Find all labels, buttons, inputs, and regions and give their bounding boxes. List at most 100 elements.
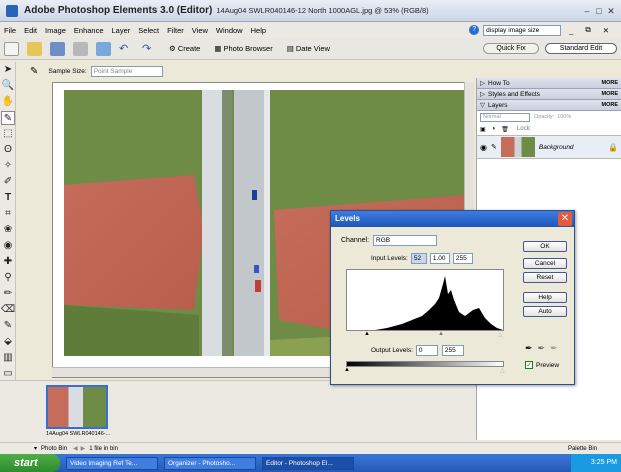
help-icon: ? xyxy=(469,25,480,35)
adjustment-layer-icon[interactable]: ◑ xyxy=(492,126,496,132)
crop-tool-icon[interactable]: ⌗ xyxy=(1,207,15,221)
photo-bin-label[interactable]: Photo Bin xyxy=(41,446,67,452)
dialog-close-icon[interactable]: ✕ xyxy=(558,212,572,226)
menu-help[interactable]: Help xyxy=(251,26,266,35)
menu-enhance[interactable]: Enhance xyxy=(74,26,104,35)
help-button[interactable]: Help xyxy=(523,292,567,303)
doc-minimize-icon[interactable]: _ xyxy=(569,26,573,35)
clone-stamp-icon[interactable]: ⚲ xyxy=(1,271,15,285)
histogram xyxy=(346,269,504,331)
quick-fix-button[interactable]: Quick Fix xyxy=(483,43,539,54)
input-black-field[interactable]: 52 xyxy=(410,253,427,264)
open-icon[interactable] xyxy=(27,41,42,56)
doc-restore-icon[interactable]: ⧉ xyxy=(585,25,590,35)
channel-select[interactable]: RGB xyxy=(373,235,438,246)
undo-icon[interactable]: ↶ xyxy=(119,42,134,56)
white-eyedropper-icon[interactable]: ✒ xyxy=(550,343,558,354)
menu-layer[interactable]: Layer xyxy=(112,26,131,35)
standard-edit-button[interactable]: Standard Edit xyxy=(545,43,617,54)
menu-filter[interactable]: Filter xyxy=(167,26,184,35)
ok-button[interactable]: OK xyxy=(523,241,567,252)
task-editor[interactable]: Editor - Photoshop El... xyxy=(262,456,354,470)
paint-bucket-icon[interactable]: ⬙ xyxy=(1,335,15,349)
preview-checkbox[interactable]: ✓ xyxy=(525,361,533,369)
output-white-field[interactable]: 255 xyxy=(441,345,464,356)
visibility-eye-icon[interactable]: ◉ xyxy=(480,143,487,152)
layer-row[interactable]: ◉ ✎ Background 🔒 xyxy=(477,135,621,159)
minimize-icon[interactable]: – xyxy=(581,5,593,17)
menu-file[interactable]: File xyxy=(4,26,16,35)
zoom-tool-icon[interactable]: 🔍 xyxy=(1,79,15,93)
menu-image[interactable]: Image xyxy=(45,26,66,35)
maximize-icon[interactable]: □ xyxy=(593,5,605,17)
eyedropper-tool-icon[interactable]: ✎ xyxy=(1,111,15,125)
marquee-tool-icon[interactable]: ⬚ xyxy=(1,127,15,141)
cookie-cutter-icon[interactable]: ❀ xyxy=(1,223,15,237)
black-point-handle[interactable]: ▲ xyxy=(364,331,370,337)
pencil-tool-icon[interactable]: ✎ xyxy=(1,319,15,333)
auto-button[interactable]: Auto xyxy=(523,306,567,317)
palette-bin-toggle[interactable]: Palette Bin xyxy=(568,446,597,452)
gradient-tool-icon[interactable]: ▥ xyxy=(1,351,15,365)
redo-icon[interactable]: ↷ xyxy=(142,42,157,56)
print-icon[interactable] xyxy=(73,41,88,56)
bin-thumbnail[interactable] xyxy=(46,385,108,429)
cancel-button[interactable]: Cancel xyxy=(523,258,567,269)
new-icon[interactable] xyxy=(4,41,19,56)
create-button[interactable]: ⚙ Create xyxy=(169,44,200,53)
red-eye-tool-icon[interactable]: ◉ xyxy=(1,239,15,253)
gamma-handle[interactable]: ▲ xyxy=(438,331,444,337)
selection-brush-icon[interactable]: ✐ xyxy=(1,175,15,189)
output-gradient[interactable] xyxy=(346,361,504,367)
next-icon[interactable]: ▶ xyxy=(81,445,86,452)
opacity-value[interactable]: 100% xyxy=(557,114,571,120)
doc-close-icon[interactable]: ✕ xyxy=(603,26,609,35)
white-point-handle[interactable]: △ xyxy=(498,331,503,338)
menu-select[interactable]: Select xyxy=(138,26,159,35)
gray-eyedropper-icon[interactable]: ✒ xyxy=(538,343,546,354)
save-icon[interactable] xyxy=(50,41,65,56)
output-black-field[interactable]: 0 xyxy=(415,345,438,356)
menu-view[interactable]: View xyxy=(192,26,208,35)
menu-window[interactable]: Window xyxy=(216,26,243,35)
date-view-button[interactable]: ▤ Date View xyxy=(287,44,330,53)
menu-edit[interactable]: Edit xyxy=(24,26,37,35)
online-services-icon[interactable] xyxy=(96,41,111,56)
layers-palette[interactable]: ▽ Layers MORE xyxy=(477,100,621,111)
output-black-handle[interactable]: ▲ xyxy=(344,367,350,373)
brush-tool-icon[interactable]: ✏ xyxy=(1,287,15,301)
task-video-imaging[interactable]: Video Imaging Ref Te... xyxy=(66,456,158,470)
new-layer-icon[interactable]: ▣ xyxy=(480,126,486,133)
help-search-input[interactable]: display image size xyxy=(483,24,562,36)
input-gamma-field[interactable]: 1.00 xyxy=(429,253,450,264)
eyedropper-icon: ✎ xyxy=(30,65,39,77)
move-tool-icon[interactable]: ➤ xyxy=(1,63,15,77)
magic-wand-tool-icon[interactable]: ✧ xyxy=(1,159,15,173)
output-white-handle[interactable]: △ xyxy=(500,367,505,374)
how-to-palette[interactable]: ▷ How To MORE xyxy=(477,78,621,89)
sample-size-select[interactable]: Point Sample xyxy=(90,65,163,77)
task-organizer[interactable]: Organizer - Photosho... xyxy=(164,456,256,470)
close-icon[interactable]: ✕ xyxy=(605,5,617,17)
healing-brush-icon[interactable]: ✚ xyxy=(1,255,15,269)
title-bar: Adobe Photoshop Elements 3.0 (Editor) 14… xyxy=(0,0,621,22)
lasso-tool-icon[interactable]: ʘ xyxy=(1,143,15,157)
shortcuts-bar: ↶ ↷ ⚙ Create ▦ Photo Browser ▤ Date View… xyxy=(0,38,621,60)
hand-tool-icon[interactable]: ✋ xyxy=(1,95,15,109)
input-slider[interactable]: ▲ ▲ △ xyxy=(346,331,504,338)
prev-icon[interactable]: ◀ xyxy=(73,445,78,452)
bin-toggle-icon[interactable]: ▾ xyxy=(34,445,37,452)
delete-layer-icon[interactable]: 🗑 xyxy=(501,126,509,133)
black-eyedropper-icon[interactable]: ✒ xyxy=(525,343,533,354)
shape-tool-icon[interactable]: ▭ xyxy=(1,367,15,381)
levels-dialog: Levels ✕ Channel: RGB Input Levels: 52 1… xyxy=(330,210,575,385)
type-tool-icon[interactable]: T xyxy=(1,191,15,205)
start-button[interactable]: start xyxy=(0,454,60,472)
styles-palette[interactable]: ▷ Styles and Effects MORE xyxy=(477,89,621,100)
input-white-field[interactable]: 255 xyxy=(452,253,473,264)
document-horizontal-scrollbar[interactable] xyxy=(52,367,332,377)
blend-mode-select[interactable]: Normal xyxy=(480,112,530,122)
eraser-tool-icon[interactable]: ⌫ xyxy=(1,303,15,317)
reset-button[interactable]: Reset xyxy=(523,272,567,283)
photo-browser-button[interactable]: ▦ Photo Browser xyxy=(214,44,272,53)
